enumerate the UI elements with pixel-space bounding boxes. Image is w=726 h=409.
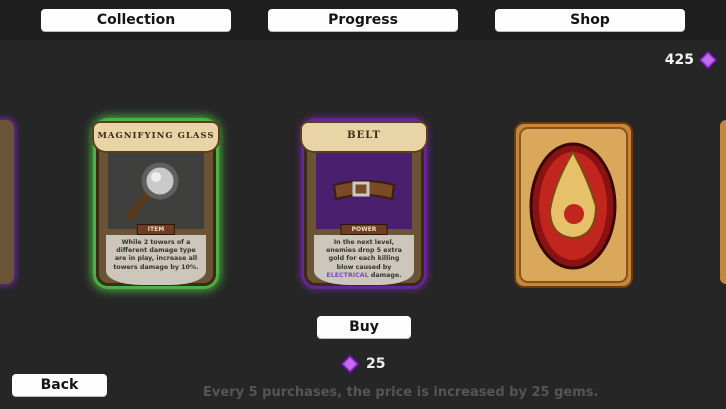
- back-button[interactable]: Back: [12, 374, 107, 396]
- card-description: In the next level, enemies drop 5 extra …: [314, 235, 414, 285]
- card-type-tag: ITEM: [136, 224, 176, 235]
- card-title: BELT: [300, 121, 428, 153]
- purple-gem-icon: [698, 50, 718, 70]
- belt-icon: [332, 180, 396, 201]
- card-partial-left[interactable]: [0, 120, 14, 284]
- price-increase-note: Every 5 purchases, the price is increase…: [203, 385, 599, 400]
- card-title: MAGNIFYING GLASS: [92, 121, 220, 153]
- price-amount: 25: [366, 356, 386, 372]
- magnifying-glass-icon: [126, 162, 179, 221]
- tab-collection[interactable]: Collection: [41, 9, 231, 31]
- purple-gem-icon: [340, 354, 360, 374]
- card-type-tag: POWER: [340, 224, 388, 235]
- flame-emblem-icon: [519, 127, 628, 283]
- gem-balance: 425: [665, 50, 718, 70]
- card-art: [108, 151, 204, 229]
- electrical-keyword: ELECTRICAL: [326, 271, 369, 279]
- buy-button[interactable]: Buy: [317, 316, 411, 338]
- card-magnifying-glass[interactable]: MAGNIFYING GLASS ITEM While 2 towers of …: [92, 121, 220, 286]
- card-art: [316, 151, 412, 229]
- gem-count: 425: [664, 52, 694, 68]
- tab-shop[interactable]: Shop: [495, 9, 685, 31]
- card-face-down[interactable]: [514, 122, 633, 288]
- tab-progress[interactable]: Progress: [268, 9, 458, 31]
- card-belt[interactable]: BELT POWER In the next level, enemies dr…: [300, 121, 428, 286]
- price-display: 25: [340, 354, 385, 374]
- card-description: While 2 towers of a different damage typ…: [106, 235, 206, 285]
- card-partial-right[interactable]: [720, 120, 726, 284]
